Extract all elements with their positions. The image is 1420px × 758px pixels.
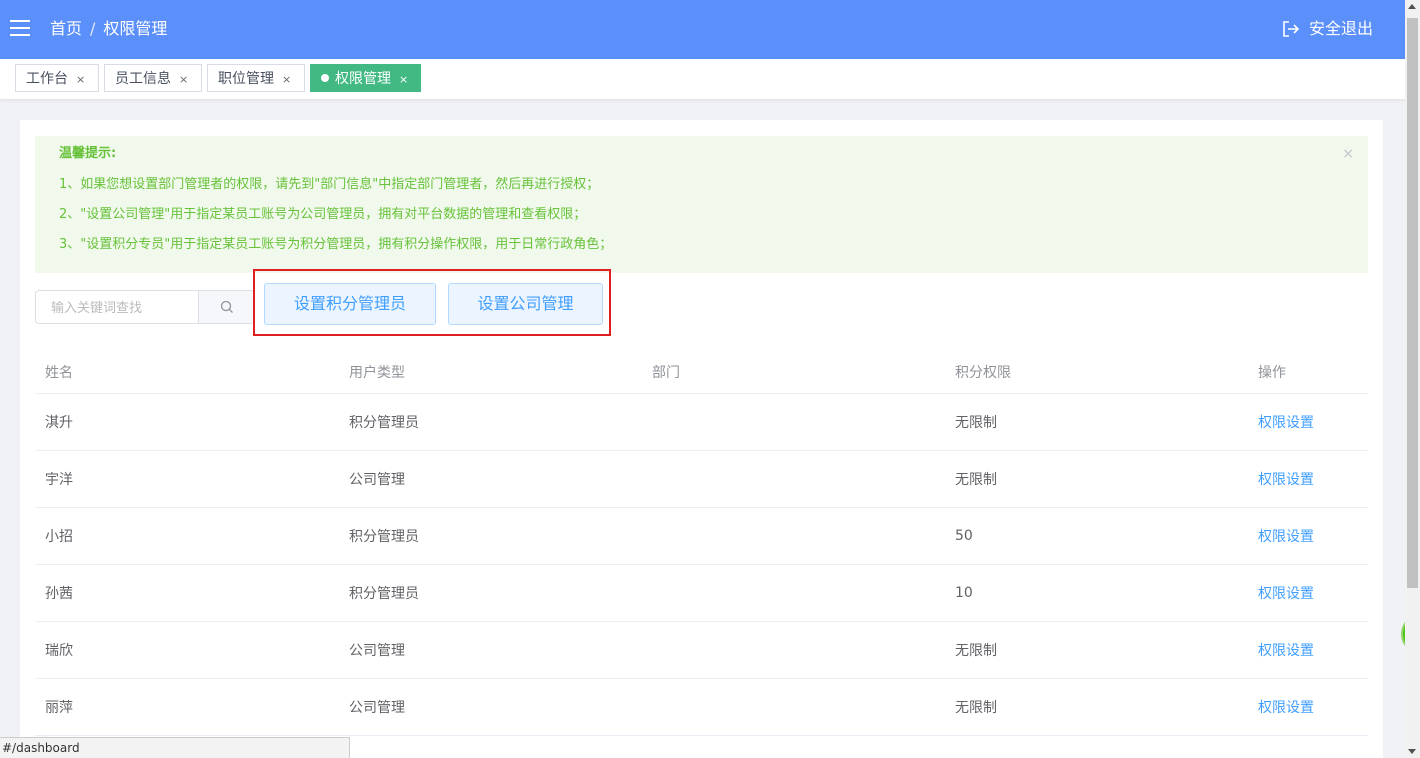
cell-name: 小招 <box>35 507 339 565</box>
cell-department <box>642 678 945 736</box>
search-button[interactable] <box>198 291 254 323</box>
active-dot-icon <box>321 74 329 82</box>
header-user-type: 用户类型 <box>339 351 642 394</box>
scroll-up-icon[interactable] <box>1408 4 1416 9</box>
permission-settings-link[interactable]: 权限设置 <box>1258 472 1314 488</box>
table-row: 丽萍 公司管理 无限制 权限设置 <box>35 678 1368 736</box>
cell-name: 孙茜 <box>35 564 339 622</box>
search-icon <box>220 300 233 313</box>
cell-user-type: 积分管理员 <box>339 564 642 622</box>
cell-name: 丽萍 <box>35 678 339 736</box>
tab-close-icon[interactable]: × <box>179 73 188 86</box>
breadcrumb: 首页 / 权限管理 <box>50 18 167 40</box>
top-header: 首页 / 权限管理 安全退出 <box>0 0 1405 59</box>
table-row: 瑞欣 公司管理 无限制 权限设置 <box>35 621 1368 679</box>
logout-button[interactable]: 安全退出 <box>1281 18 1373 40</box>
table-row: 小招 积分管理员 50 权限设置 <box>35 507 1368 565</box>
cell-points: 无限制 <box>945 621 1248 679</box>
vertical-scrollbar[interactable] <box>1405 0 1420 758</box>
permission-settings-link[interactable]: 权限设置 <box>1258 643 1314 659</box>
logout-label: 安全退出 <box>1308 19 1373 38</box>
alert-line: 3、"设置积分专员"用于指定某员工账号为积分管理员，拥有积分操作权限，用于日常行… <box>59 237 613 252</box>
table-row: 孙茜 积分管理员 10 权限设置 <box>35 564 1368 622</box>
search-box <box>35 290 255 324</box>
search-input[interactable] <box>36 291 198 323</box>
cell-operation: 权限设置 <box>1248 393 1368 451</box>
cell-points: 无限制 <box>945 678 1248 736</box>
tab-close-icon[interactable]: × <box>399 73 408 86</box>
tab-label: 工作台 <box>26 71 68 87</box>
scroll-thumb[interactable] <box>1407 18 1418 588</box>
alert-close-icon[interactable]: × <box>1342 146 1354 162</box>
cell-user-type: 积分管理员 <box>339 393 642 451</box>
menu-toggle-icon[interactable] <box>10 20 30 38</box>
cell-name: 瑞欣 <box>35 621 339 679</box>
cell-operation: 权限设置 <box>1248 678 1368 736</box>
cell-department <box>642 507 945 565</box>
cell-user-type: 公司管理 <box>339 621 642 679</box>
cell-name: 宇洋 <box>35 450 339 508</box>
permission-settings-link[interactable]: 权限设置 <box>1258 700 1314 716</box>
breadcrumb-separator: / <box>90 19 96 38</box>
permission-settings-link[interactable]: 权限设置 <box>1258 586 1314 602</box>
content-card: 温馨提示: 1、如果您想设置部门管理者的权限，请先到"部门信息"中指定部门管理者… <box>20 120 1383 758</box>
alert-line: 1、如果您想设置部门管理者的权限，请先到"部门信息"中指定部门管理者，然后再进行… <box>59 177 600 192</box>
tab-permission-management[interactable]: 权限管理 × <box>310 64 421 92</box>
alert-title: 温馨提示: <box>59 146 117 161</box>
cell-operation: 权限设置 <box>1248 621 1368 679</box>
tabs-bar: 工作台 × 员工信息 × 职位管理 × 权限管理 × <box>0 59 1405 100</box>
alert-line: 2、"设置公司管理"用于指定某员工账号为公司管理员，拥有对平台数据的管理和查看权… <box>59 207 587 222</box>
cell-operation: 权限设置 <box>1248 450 1368 508</box>
header-points-permission: 积分权限 <box>945 351 1248 394</box>
tab-employee-info[interactable]: 员工信息 × <box>104 64 202 92</box>
tab-label: 权限管理 <box>335 71 391 87</box>
tab-close-icon[interactable]: × <box>282 73 291 86</box>
cell-department <box>642 564 945 622</box>
breadcrumb-home[interactable]: 首页 <box>50 19 82 38</box>
cell-department <box>642 450 945 508</box>
tip-alert: 温馨提示: 1、如果您想设置部门管理者的权限，请先到"部门信息"中指定部门管理者… <box>35 136 1368 273</box>
scroll-down-icon[interactable] <box>1408 749 1416 754</box>
status-bar-url: #/dashboard <box>0 737 350 758</box>
cell-department <box>642 621 945 679</box>
cell-operation: 权限设置 <box>1248 564 1368 622</box>
table-row: 宇洋 公司管理 无限制 权限设置 <box>35 450 1368 508</box>
header-name: 姓名 <box>35 351 339 394</box>
table-header-row: 姓名 用户类型 部门 积分权限 操作 <box>35 351 1368 394</box>
set-points-admin-button[interactable]: 设置积分管理员 <box>264 283 436 325</box>
permission-settings-link[interactable]: 权限设置 <box>1258 415 1314 431</box>
tab-position-management[interactable]: 职位管理 × <box>207 64 305 92</box>
cell-points: 10 <box>945 564 1248 622</box>
logout-icon <box>1283 21 1300 37</box>
cell-user-type: 公司管理 <box>339 450 642 508</box>
cell-department <box>642 393 945 451</box>
cell-operation: 权限设置 <box>1248 507 1368 565</box>
cell-points: 无限制 <box>945 393 1248 451</box>
permission-table: 姓名 用户类型 部门 积分权限 操作 淇升 积分管理员 无限制 权限设置 宇洋 … <box>35 351 1368 736</box>
tab-label: 员工信息 <box>115 71 171 87</box>
cell-user-type: 积分管理员 <box>339 507 642 565</box>
breadcrumb-current: 权限管理 <box>103 19 168 38</box>
header-operation: 操作 <box>1248 351 1368 394</box>
table-row: 淇升 积分管理员 无限制 权限设置 <box>35 393 1368 451</box>
cell-name: 淇升 <box>35 393 339 451</box>
cell-points: 无限制 <box>945 450 1248 508</box>
tab-workbench[interactable]: 工作台 × <box>15 64 99 92</box>
cell-user-type: 公司管理 <box>339 678 642 736</box>
cell-points: 50 <box>945 507 1248 565</box>
set-company-admin-button[interactable]: 设置公司管理 <box>448 283 603 325</box>
permission-settings-link[interactable]: 权限设置 <box>1258 529 1314 545</box>
tab-close-icon[interactable]: × <box>76 73 85 86</box>
tab-label: 职位管理 <box>218 71 274 87</box>
header-department: 部门 <box>642 351 945 394</box>
